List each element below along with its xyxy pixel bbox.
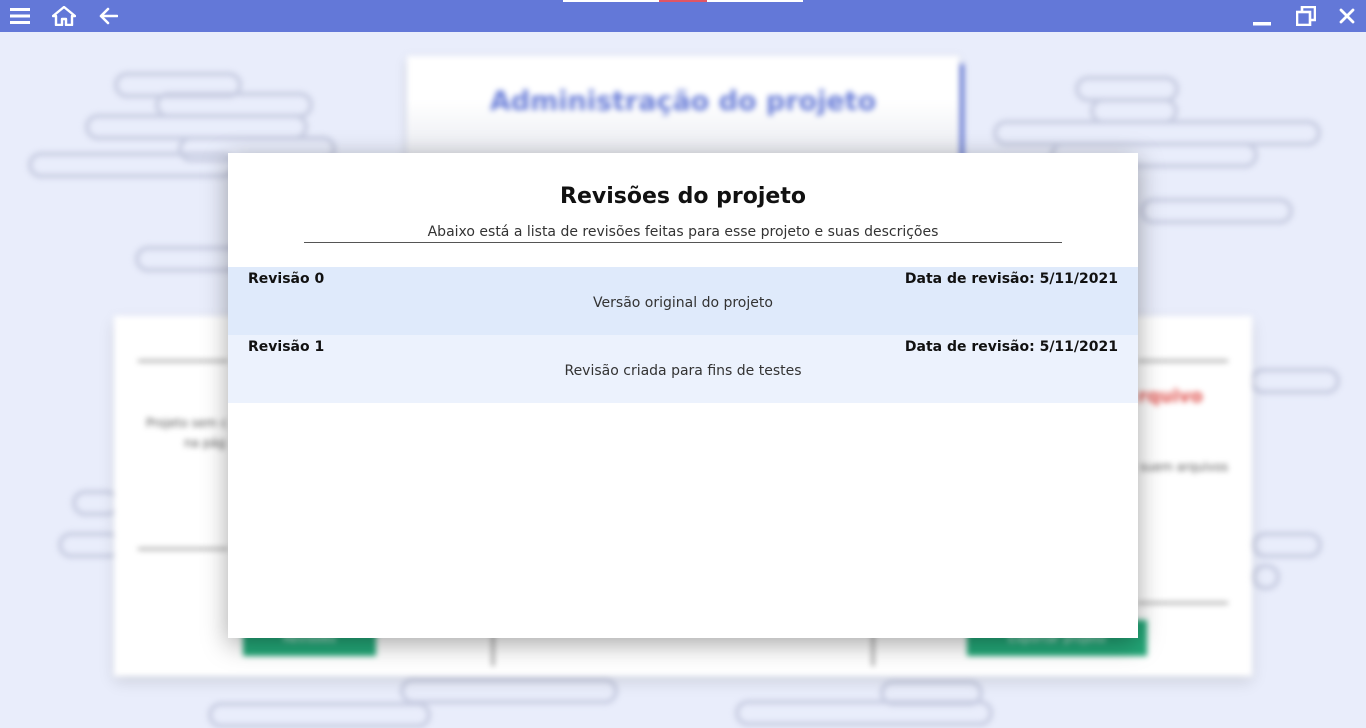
restore-icon[interactable] — [1288, 0, 1324, 32]
right-note: suem arquivos — [1140, 460, 1229, 474]
left-note: Projeto sem c — [146, 416, 228, 430]
revision-name: Revisão 0 — [248, 271, 325, 287]
divider — [1138, 360, 1228, 362]
cloud-decoration — [72, 490, 120, 516]
cloud-decoration — [135, 246, 243, 272]
revision-item[interactable]: Revisão 0 Data de revisão: 5/11/2021 Ver… — [228, 267, 1138, 335]
cloud-decoration — [880, 680, 983, 706]
cloud-decoration — [1140, 198, 1293, 224]
divider — [138, 548, 228, 550]
cloud-decoration — [28, 152, 236, 178]
admin-header-card: Administração do projeto — [407, 56, 959, 166]
cloud-decoration — [1252, 564, 1280, 590]
title-bar — [0, 0, 1366, 32]
close-icon[interactable] — [1329, 0, 1365, 32]
revision-description: Revisão criada para fins de testes — [564, 363, 802, 379]
divider — [1138, 602, 1228, 604]
revision-date: Data de revisão: 5/11/2021 — [904, 339, 1118, 355]
revisions-modal: Revisões do projeto Abaixo está a lista … — [228, 153, 1138, 638]
admin-accent-bar — [960, 64, 964, 164]
modal-title: Revisões do projeto — [560, 184, 806, 209]
divider — [138, 360, 228, 362]
title-indicator — [563, 0, 803, 2]
revision-name: Revisão 1 — [248, 339, 325, 355]
revision-item[interactable]: Revisão 1 Data de revisão: 5/11/2021 Rev… — [228, 335, 1138, 403]
revision-list: Revisão 0 Data de revisão: 5/11/2021 Ver… — [228, 267, 1138, 403]
left-note: na pág — [184, 436, 226, 450]
cloud-decoration — [58, 532, 122, 558]
cloud-decoration — [1252, 532, 1322, 558]
menu-icon[interactable] — [2, 0, 38, 32]
cloud-decoration — [1250, 368, 1340, 394]
home-icon[interactable] — [46, 0, 82, 32]
cloud-decoration — [400, 678, 618, 704]
revision-date: Data de revisão: 5/11/2021 — [904, 271, 1118, 287]
right-heading: rquivo — [1138, 386, 1203, 407]
revision-description: Versão original do projeto — [593, 295, 773, 311]
cloud-decoration — [208, 702, 431, 728]
back-arrow-icon[interactable] — [90, 0, 126, 32]
minimize-icon[interactable] — [1244, 0, 1280, 32]
admin-title: Administração do projeto — [489, 86, 877, 117]
modal-subtitle: Abaixo está a lista de revisões feitas p… — [304, 224, 1062, 243]
